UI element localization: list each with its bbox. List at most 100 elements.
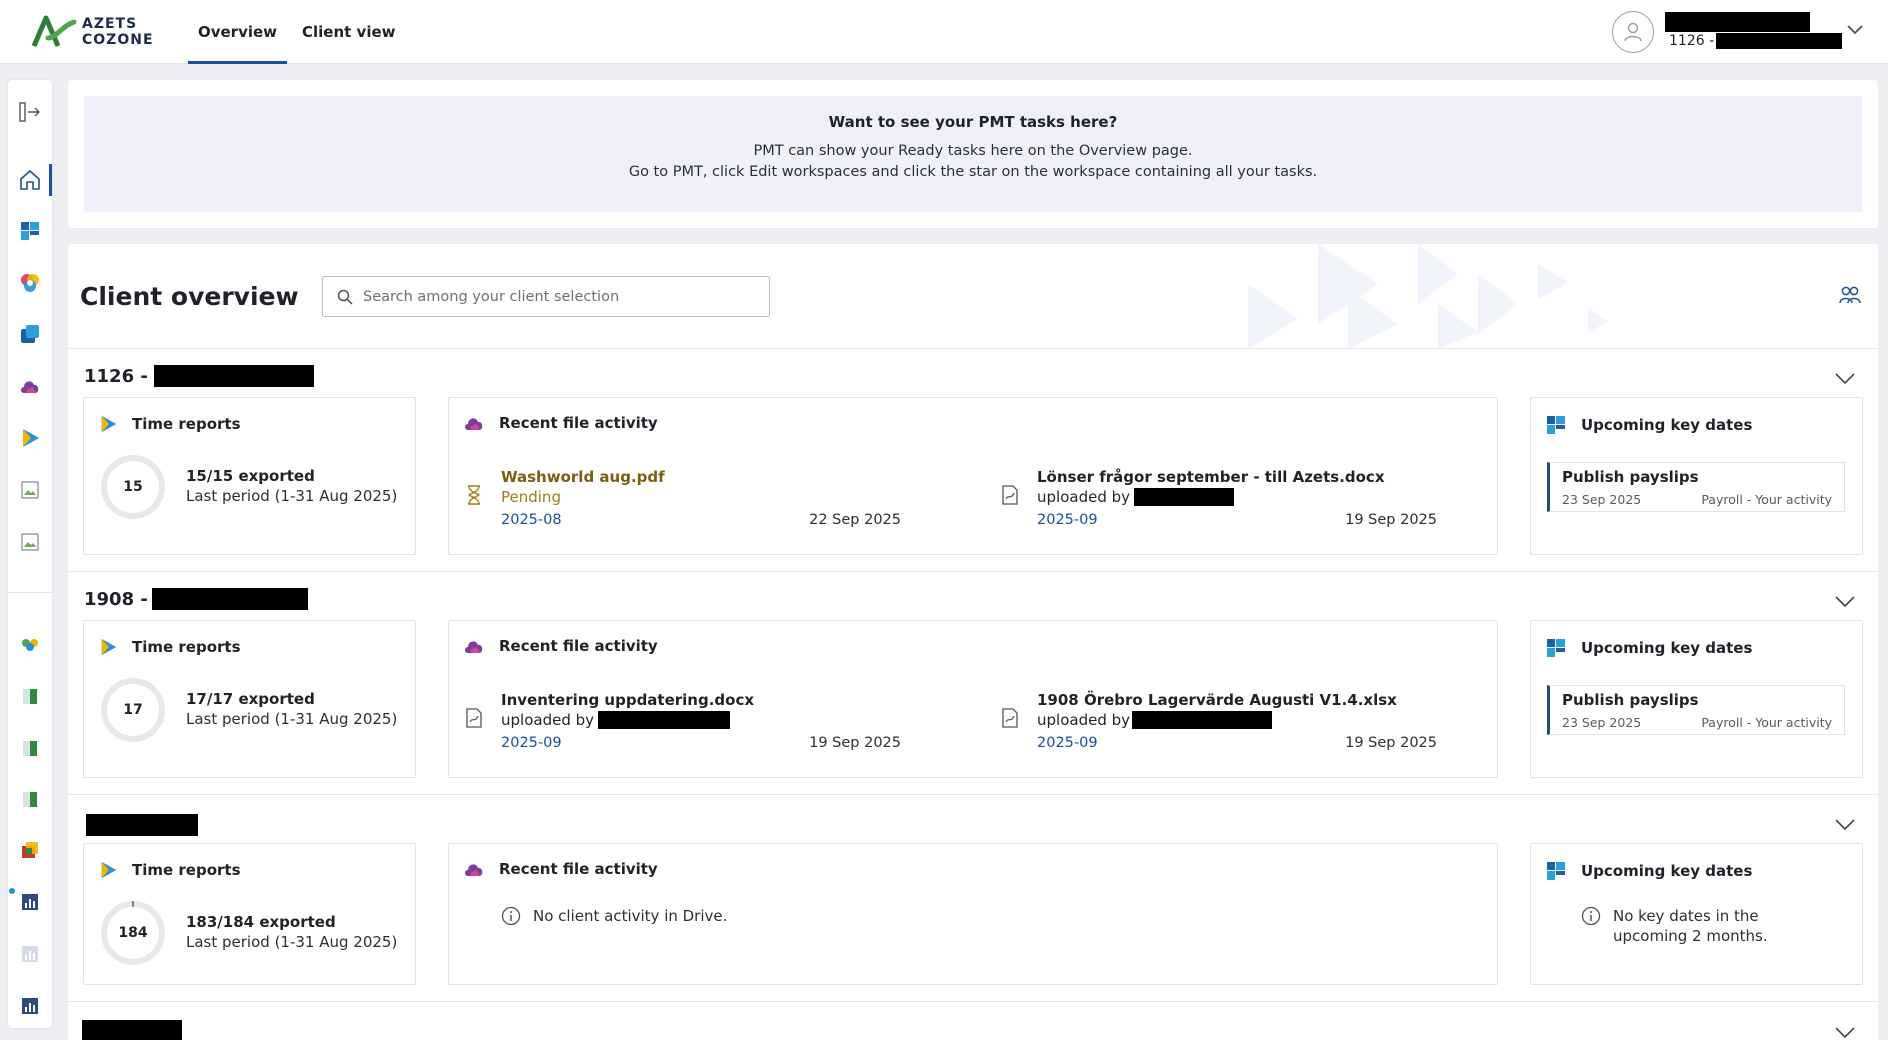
rail-item-image-2[interactable]	[8, 522, 52, 562]
file-status-text: uploaded by	[501, 711, 595, 729]
ring-total: 15	[123, 479, 143, 495]
tab-client-view[interactable]: Client view	[302, 0, 396, 64]
key-date-title: Publish payslips	[1562, 468, 1699, 486]
search-icon	[337, 289, 353, 305]
time-reports-card[interactable]: Time reports 15 15/15 exported Last peri…	[83, 397, 416, 555]
chart-icon	[22, 998, 38, 1014]
drive-cloud-icon	[465, 418, 483, 430]
search-input[interactable]	[363, 288, 743, 305]
file-status-text: uploaded by	[1037, 711, 1131, 729]
file-name[interactable]: Washworld aug.pdf	[501, 468, 665, 486]
rail-item-tiles-app[interactable]	[8, 314, 52, 354]
file-date: 19 Sep 2025	[809, 735, 901, 751]
file-item[interactable]: Inventering uppdatering.docx uploaded by…	[449, 691, 909, 771]
rail-item-colour-app[interactable]	[8, 263, 52, 303]
hourglass-icon	[468, 485, 480, 505]
exported-count: 15/15 exported	[186, 467, 315, 485]
rail-item-sheet-3[interactable]	[8, 779, 52, 819]
rail-item-chart-3[interactable]	[8, 986, 52, 1026]
file-status: uploaded by	[1037, 711, 1273, 729]
file-status-text: Pending	[501, 488, 561, 506]
file-date: 19 Sep 2025	[1345, 512, 1437, 528]
rail-divider	[8, 592, 52, 593]
user-client-code: 1126 -	[1669, 33, 1715, 49]
key-date-date: 23 Sep 2025	[1562, 715, 1642, 730]
tiles-app-icon	[21, 325, 39, 343]
rail-item-home[interactable]	[8, 160, 52, 200]
last-period: Last period (1-31 Aug 2025)	[186, 933, 398, 951]
pmt-banner-line-1: PMT can show your Ready tasks here on th…	[753, 143, 1193, 159]
file-name[interactable]: Lönser frågor september - till Azets.doc…	[1037, 468, 1385, 486]
file-name[interactable]: 1908 Örebro Lagervärde Augusti V1.4.xlsx	[1037, 691, 1397, 709]
client-header[interactable]: 1908 -	[84, 588, 308, 610]
key-date-item[interactable]: Publish payslips 23 Sep 2025 Payroll - Y…	[1547, 685, 1845, 735]
file-item[interactable]: Washworld aug.pdf Pending 2025-08 22 Sep…	[449, 468, 909, 548]
client-divider	[68, 1001, 1878, 1002]
user-name-redacted	[1665, 12, 1810, 32]
file-period: 2025-09	[1037, 735, 1098, 751]
card-title: Upcoming key dates	[1581, 639, 1753, 657]
image-icon	[21, 533, 39, 551]
client-header[interactable]: 1126 -	[84, 365, 314, 387]
user-avatar[interactable]	[1612, 11, 1654, 53]
client-name-redacted	[82, 1020, 182, 1040]
rail-item-chart-2[interactable]	[8, 934, 52, 974]
chevron-down-icon[interactable]	[1834, 595, 1856, 609]
chevron-down-icon[interactable]	[1834, 1026, 1856, 1040]
rail-item-payroll[interactable]	[8, 211, 52, 251]
card-title: Upcoming key dates	[1581, 416, 1753, 434]
client-name-redacted	[151, 588, 308, 610]
file-item[interactable]: Lönser frågor september - till Azets.doc…	[985, 468, 1445, 548]
file-activity-card: Recent file activity No client activity …	[448, 843, 1498, 985]
chevron-down-icon[interactable]	[1834, 372, 1856, 386]
key-date-category: Payroll - Your activity	[1701, 715, 1832, 730]
payroll-app-icon	[1547, 416, 1565, 434]
client-header[interactable]	[82, 1020, 182, 1040]
file-status: uploaded by	[1037, 488, 1235, 506]
file-item[interactable]: 1908 Örebro Lagervärde Augusti V1.4.xlsx…	[985, 691, 1445, 771]
chart-icon	[22, 946, 38, 962]
client-search[interactable]	[322, 276, 770, 317]
rail-item-drive[interactable]	[8, 366, 52, 406]
key-date-item[interactable]: Publish payslips 23 Sep 2025 Payroll - Y…	[1547, 462, 1845, 512]
user-client-name-redacted	[1716, 33, 1843, 49]
uploader-redacted	[1134, 488, 1235, 506]
azets-cozone-logo[interactable]: AZETS COZONE	[30, 12, 154, 52]
rail-item-colour-sheet[interactable]	[8, 830, 52, 870]
rail-item-time[interactable]	[8, 418, 52, 458]
file-icon	[1002, 485, 1018, 505]
file-name[interactable]: Inventering uppdatering.docx	[501, 691, 754, 709]
rail-item-image-1[interactable]	[8, 470, 52, 510]
decorative-triangles	[1248, 244, 1608, 349]
rail-item-group[interactable]	[8, 624, 52, 664]
user-client-selection: 1126 -	[1669, 33, 1843, 49]
card-header: Recent file activity	[463, 637, 658, 655]
tab-overview[interactable]: Overview	[188, 0, 287, 64]
logo-text: AZETS COZONE	[82, 16, 154, 48]
client-header[interactable]	[86, 814, 198, 836]
rail-item-chart-1[interactable]	[8, 882, 52, 922]
time-play-icon	[101, 638, 117, 656]
people-icon[interactable]	[1838, 284, 1862, 306]
time-reports-card[interactable]: Time reports 184 183/184 exported Last p…	[83, 843, 416, 985]
card-header: Time reports	[98, 860, 241, 880]
key-dates-card: Upcoming key dates Publish payslips 23 S…	[1530, 620, 1863, 778]
info-icon	[1581, 906, 1601, 926]
empty-key-dates-line-2: upcoming 2 months.	[1613, 927, 1768, 945]
collapse-rail-button[interactable]	[8, 92, 52, 132]
file-icon	[1002, 708, 1018, 728]
tab-client-view-label: Client view	[302, 23, 396, 41]
chevron-down-icon[interactable]	[1846, 24, 1864, 36]
card-header: Upcoming key dates	[1545, 637, 1752, 659]
rail-item-sheet-2[interactable]	[8, 728, 52, 768]
tab-overview-label: Overview	[197, 23, 278, 41]
file-icon	[466, 708, 482, 728]
chevron-down-icon[interactable]	[1834, 818, 1856, 832]
empty-file-activity: No client activity in Drive.	[501, 906, 727, 926]
time-reports-card[interactable]: Time reports 17 17/17 exported Last peri…	[83, 620, 416, 778]
home-icon	[20, 170, 40, 190]
image-icon	[21, 481, 39, 499]
empty-key-dates-line-1: No key dates in the	[1613, 907, 1759, 925]
rail-item-sheet-1[interactable]	[8, 676, 52, 716]
client-divider	[68, 571, 1878, 572]
